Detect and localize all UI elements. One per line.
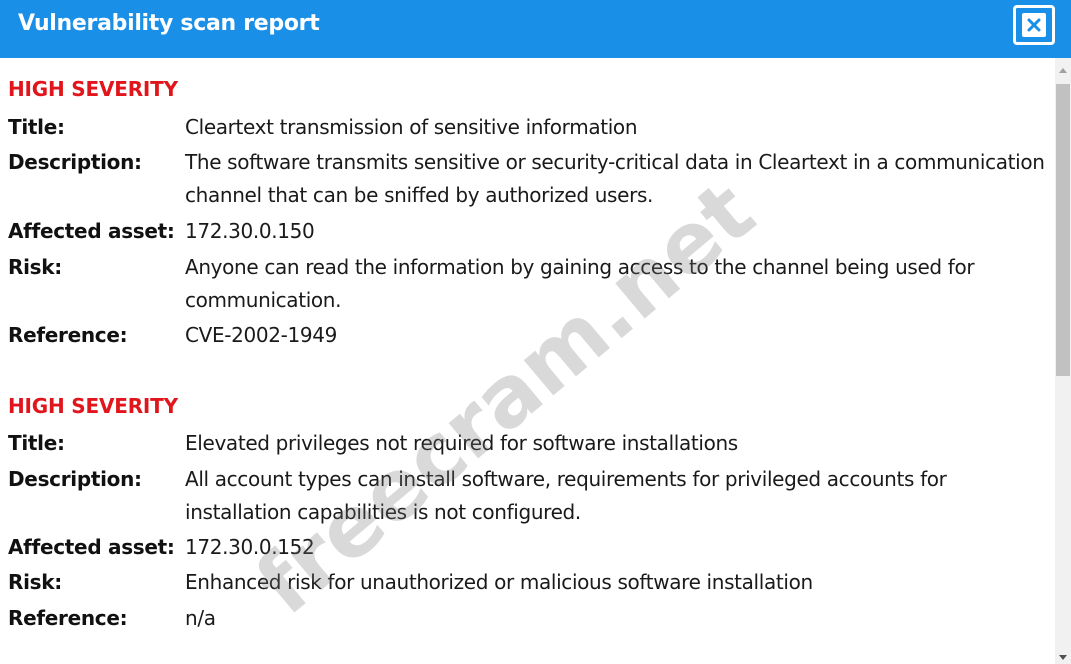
title-bar: Vulnerability scan report: [0, 0, 1071, 58]
report-content: HIGH SEVERITY Title: Cleartext transmiss…: [0, 58, 1055, 664]
affected-asset-label: Affected asset:: [8, 535, 175, 559]
description-value: The software transmits sensitive or secu…: [185, 150, 1045, 207]
risk-value: Anyone can read the information by gaini…: [185, 255, 975, 312]
title-label: Title:: [8, 431, 65, 455]
title-label: Title:: [8, 115, 65, 139]
title-value: Cleartext transmission of sensitive info…: [185, 115, 638, 139]
window-title: Vulnerability scan report: [18, 11, 320, 36]
risk-label: Risk:: [8, 255, 62, 279]
affected-asset-label: Affected asset:: [8, 219, 175, 243]
severity-heading: HIGH SEVERITY: [8, 394, 178, 418]
description-label: Description:: [8, 150, 142, 174]
scroll-up-icon[interactable]: [1059, 68, 1067, 73]
close-icon: [1022, 13, 1046, 37]
reference-label: Reference:: [8, 606, 128, 630]
description-value: All account types can install software, …: [185, 467, 947, 524]
severity-heading: HIGH SEVERITY: [8, 77, 178, 101]
reference-value: n/a: [185, 606, 216, 630]
watermark: freecram.net: [237, 162, 773, 634]
description-label: Description:: [8, 467, 142, 491]
scroll-down-icon[interactable]: [1059, 655, 1067, 660]
reference-label: Reference:: [8, 323, 128, 347]
risk-label: Risk:: [8, 570, 62, 594]
reference-value: CVE-2002-1949: [185, 323, 337, 347]
affected-asset-value: 172.30.0.150: [185, 219, 315, 243]
scroll-thumb[interactable]: [1056, 84, 1070, 376]
risk-value: Enhanced risk for unauthorized or malici…: [185, 570, 813, 594]
title-value: Elevated privileges not required for sof…: [185, 431, 738, 455]
close-button[interactable]: [1013, 5, 1055, 45]
vertical-scrollbar[interactable]: [1055, 58, 1071, 664]
affected-asset-value: 172.30.0.152: [185, 535, 315, 559]
